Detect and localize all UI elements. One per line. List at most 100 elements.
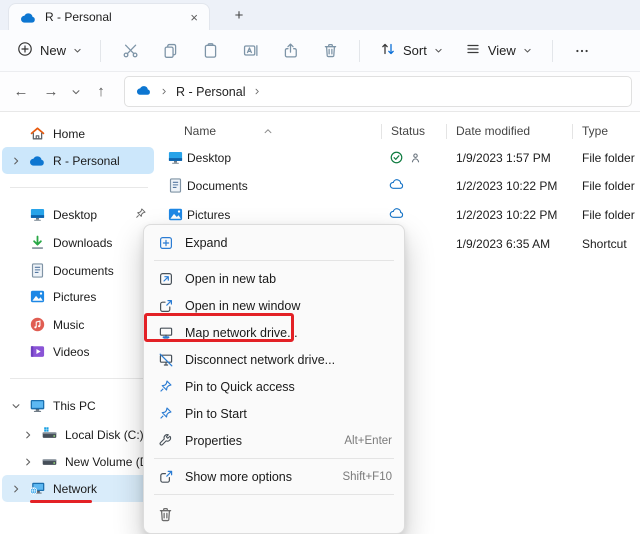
menu-item-label: Properties [185,433,242,448]
sidebar-item-r-personal[interactable]: R - Personal [2,147,154,174]
properties-wrench-icon [157,432,174,449]
view-lines-icon [465,41,481,60]
disconnect-network-drive-icon [157,351,174,368]
forward-button[interactable]: → [36,77,66,107]
menu-item-pin-to-quick-access[interactable]: Pin to Quick access [148,373,400,400]
sidebar-item-label: Pictures [53,289,97,304]
up-button[interactable]: ↑ [86,77,116,107]
chevron-right-icon[interactable] [22,456,34,468]
sync-complete-icon [389,150,404,168]
address-bar: ← → ↑ R - Personal [0,72,640,112]
chevron-down-icon [434,43,443,58]
menu-item-delete[interactable] [148,499,400,529]
back-button[interactable]: ← [6,77,36,107]
pin-icon [157,378,174,395]
tab-close-icon[interactable]: × [185,11,203,24]
pin-icon [134,207,147,225]
tab-r-personal[interactable]: R - Personal × [8,3,210,30]
chevron-right-icon[interactable] [10,483,22,495]
chevron-right-icon[interactable] [22,429,34,441]
desktop-icon [167,149,184,169]
column-header-date-modified[interactable]: Date modified [456,124,530,138]
menu-item-expand[interactable]: Expand [148,229,400,256]
sidebar-item-music[interactable]: Music [2,311,154,338]
column-divider[interactable] [446,124,447,139]
recent-locations-button[interactable] [66,77,86,107]
share-button[interactable] [270,35,310,67]
menu-item-disconnect-network-drive[interactable]: Disconnect network drive... [148,346,400,373]
cut-button[interactable] [110,35,150,67]
menu-shortcut: Shift+F10 [342,470,392,483]
status-cell [389,178,405,193]
view-button[interactable]: View [456,35,541,66]
menu-item-label: Expand [185,235,228,250]
sidebar-item-this-pc[interactable]: This PC [2,392,154,419]
videos-icon [29,343,46,360]
sidebar-item-pictures[interactable]: Pictures [2,283,154,310]
sidebar-item-label: Network [53,481,98,496]
column-header-status[interactable]: Status [391,124,425,138]
date-modified-cell: 1/2/2023 10:22 PM [456,208,558,222]
date-modified-cell: 1/2/2023 10:22 PM [456,179,558,193]
breadcrumb[interactable]: R - Personal [124,76,632,107]
sidebar-item-local-disk-c[interactable]: Local Disk (C:) [2,421,154,448]
sidebar-item-desktop[interactable]: Desktop [2,201,154,228]
menu-item-show-more-options[interactable]: Show more options Shift+F10 [148,463,400,490]
desktop-icon [29,206,46,223]
copy-button[interactable] [150,35,190,67]
onedrive-icon [136,84,152,99]
new-button[interactable]: New [8,35,91,66]
sidebar-item-downloads[interactable]: Downloads [2,229,154,256]
file-row-documents[interactable]: Documents 1/2/2023 10:22 PM File folder [160,172,640,200]
music-icon [29,316,46,333]
menu-item-properties[interactable]: Properties Alt+Enter [148,427,400,454]
delete-button[interactable] [310,35,350,67]
plus-circle-icon [17,41,33,60]
menu-item-open-in-new-tab[interactable]: Open in new tab [148,265,400,292]
breadcrumb-segment[interactable]: R - Personal [176,85,245,99]
menu-item-pin-to-start[interactable]: Pin to Start [148,400,400,427]
column-header-type[interactable]: Type [582,124,608,138]
rename-button[interactable] [230,35,270,67]
column-header-name[interactable]: Name [184,124,216,138]
type-cell: Shortcut [582,237,627,251]
paste-button[interactable] [190,35,230,67]
menu-item-label: Pin to Start [185,406,247,421]
file-name: Desktop [187,151,232,165]
onedrive-icon [29,152,46,169]
sidebar-separator [10,187,148,188]
column-divider[interactable] [572,124,573,139]
status-cell [389,207,405,222]
open-new-window-icon [157,297,174,314]
file-explorer-window: R - Personal × + New Sort View ← → ↑ R -… [0,0,640,534]
sort-button[interactable]: Sort [371,35,452,66]
sidebar-item-label: Home [53,126,86,141]
date-modified-cell: 1/9/2023 6:35 AM [456,237,551,251]
more-options-button[interactable] [562,35,602,67]
tab-title: R - Personal [45,10,112,24]
documents-icon [167,177,184,197]
sidebar-item-home[interactable]: Home [2,120,154,147]
cloud-icon [389,207,405,222]
sidebar-item-new-volume-d[interactable]: New Volume (D:) [2,448,156,475]
new-tab-button[interactable]: + [228,4,250,26]
menu-item-label: Pin to Quick access [185,379,295,394]
file-row-desktop[interactable]: Desktop 1/9/2023 1:57 PM File folder [160,144,640,172]
sort-ascending-icon [263,124,273,138]
sidebar-item-documents[interactable]: Documents [2,257,154,284]
sidebar-item-videos[interactable]: Videos [2,338,154,365]
column-headers: Name Status Date modified Type [160,121,640,143]
sidebar-item-network[interactable]: Network [2,475,154,502]
column-divider[interactable] [381,124,382,139]
home-icon [29,125,46,142]
sidebar-item-label: Desktop [53,207,98,222]
command-bar: New Sort View [0,30,640,72]
chevron-right-icon[interactable] [10,155,22,167]
sidebar-item-label: R - Personal [53,153,120,168]
toolbar-divider [551,39,553,62]
pictures-icon [29,288,46,305]
chevron-down-icon[interactable] [10,400,22,412]
